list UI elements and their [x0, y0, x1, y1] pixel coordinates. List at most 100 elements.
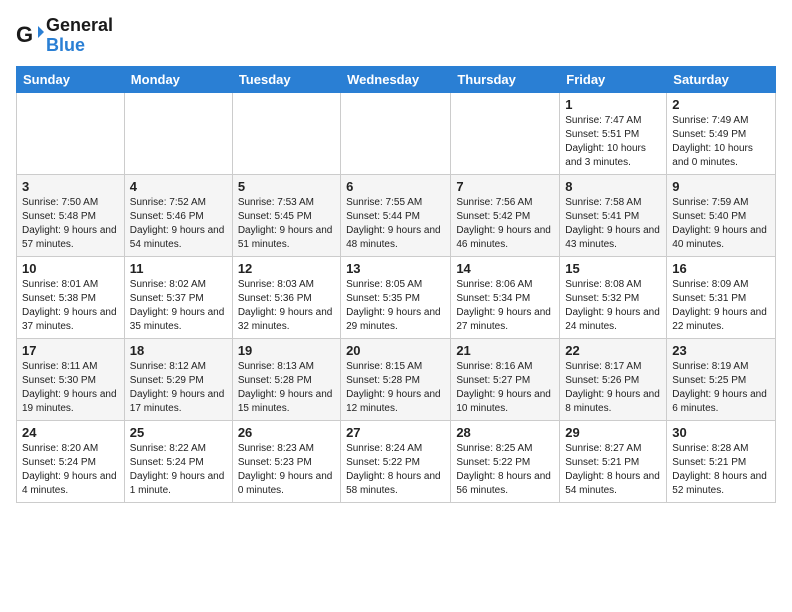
calendar-cell: 11 Sunrise: 8:02 AM Sunset: 5:37 PM Dayli…: [124, 256, 232, 338]
day-info: Sunrise: 8:12 AM Sunset: 5:29 PM Dayligh…: [130, 360, 227, 416]
calendar-week-row: 17 Sunrise: 8:11 AM Sunset: 5:30 PM Dayli…: [17, 338, 776, 420]
calendar-cell: 10 Sunrise: 8:01 AM Sunset: 5:38 PM Dayli…: [17, 256, 125, 338]
day-info: Sunrise: 8:25 AM Sunset: 5:22 PM Dayligh…: [456, 442, 554, 498]
day-number: 30: [672, 425, 770, 440]
day-info: Sunrise: 8:13 AM Sunset: 5:28 PM Dayligh…: [238, 360, 335, 416]
calendar-cell: 27 Sunrise: 8:24 AM Sunset: 5:22 PM Dayli…: [341, 420, 451, 502]
calendar-cell: 20 Sunrise: 8:15 AM Sunset: 5:28 PM Dayli…: [341, 338, 451, 420]
day-number: 17: [22, 343, 119, 358]
calendar-cell: 23 Sunrise: 8:19 AM Sunset: 5:25 PM Dayli…: [667, 338, 776, 420]
day-number: 2: [672, 97, 770, 112]
day-number: 6: [346, 179, 445, 194]
day-info: Sunrise: 8:23 AM Sunset: 5:23 PM Dayligh…: [238, 442, 335, 498]
weekday-header: Sunday: [17, 66, 125, 92]
calendar-cell: 18 Sunrise: 8:12 AM Sunset: 5:29 PM Dayli…: [124, 338, 232, 420]
day-info: Sunrise: 8:28 AM Sunset: 5:21 PM Dayligh…: [672, 442, 770, 498]
day-info: Sunrise: 7:49 AM Sunset: 5:49 PM Dayligh…: [672, 114, 770, 170]
calendar-cell: 7Sunrise: 7:56 AM Sunset: 5:42 PM Daylig…: [451, 174, 560, 256]
day-info: Sunrise: 8:15 AM Sunset: 5:28 PM Dayligh…: [346, 360, 445, 416]
day-number: 13: [346, 261, 445, 276]
logo-text-line1: General: [46, 16, 113, 36]
calendar-cell: 17 Sunrise: 8:11 AM Sunset: 5:30 PM Dayli…: [17, 338, 125, 420]
calendar-week-row: 3 Sunrise: 7:50 AM Sunset: 5:48 PM Daylig…: [17, 174, 776, 256]
day-info: Sunrise: 8:09 AM Sunset: 5:31 PM Dayligh…: [672, 278, 770, 334]
day-info: Sunrise: 7:52 AM Sunset: 5:46 PM Dayligh…: [130, 196, 227, 252]
calendar-week-row: 1 Sunrise: 7:47 AM Sunset: 5:51 PM Daylig…: [17, 92, 776, 174]
calendar-cell: 9 Sunrise: 7:59 AM Sunset: 5:40 PM Daylig…: [667, 174, 776, 256]
day-info: Sunrise: 7:53 AM Sunset: 5:45 PM Dayligh…: [238, 196, 335, 252]
calendar-cell: [17, 92, 125, 174]
calendar-cell: 5Sunrise: 7:53 AM Sunset: 5:45 PM Daylig…: [232, 174, 340, 256]
calendar-cell: 14Sunrise: 8:06 AM Sunset: 5:34 PM Dayli…: [451, 256, 560, 338]
day-number: 23: [672, 343, 770, 358]
day-info: Sunrise: 7:55 AM Sunset: 5:44 PM Dayligh…: [346, 196, 445, 252]
day-info: Sunrise: 8:17 AM Sunset: 5:26 PM Dayligh…: [565, 360, 661, 416]
calendar-cell: 21 Sunrise: 8:16 AM Sunset: 5:27 PM Dayli…: [451, 338, 560, 420]
day-info: Sunrise: 8:27 AM Sunset: 5:21 PM Dayligh…: [565, 442, 661, 498]
day-info: Sunrise: 7:59 AM Sunset: 5:40 PM Dayligh…: [672, 196, 770, 252]
day-number: 15: [565, 261, 661, 276]
day-number: 4: [130, 179, 227, 194]
calendar-cell: [451, 92, 560, 174]
day-number: 25: [130, 425, 227, 440]
page-header: G General Blue: [16, 16, 776, 56]
day-info: Sunrise: 8:01 AM Sunset: 5:38 PM Dayligh…: [22, 278, 119, 334]
day-info: Sunrise: 8:24 AM Sunset: 5:22 PM Dayligh…: [346, 442, 445, 498]
calendar-cell: 13Sunrise: 8:05 AM Sunset: 5:35 PM Dayli…: [341, 256, 451, 338]
day-number: 1: [565, 97, 661, 112]
weekday-header: Wednesday: [341, 66, 451, 92]
day-info: Sunrise: 7:58 AM Sunset: 5:41 PM Dayligh…: [565, 196, 661, 252]
calendar-cell: 25Sunrise: 8:22 AM Sunset: 5:24 PM Dayli…: [124, 420, 232, 502]
weekday-header: Friday: [560, 66, 667, 92]
day-number: 10: [22, 261, 119, 276]
day-number: 20: [346, 343, 445, 358]
day-info: Sunrise: 8:19 AM Sunset: 5:25 PM Dayligh…: [672, 360, 770, 416]
calendar-cell: 4 Sunrise: 7:52 AM Sunset: 5:46 PM Daylig…: [124, 174, 232, 256]
day-info: Sunrise: 7:47 AM Sunset: 5:51 PM Dayligh…: [565, 114, 661, 170]
day-number: 26: [238, 425, 335, 440]
day-info: Sunrise: 8:20 AM Sunset: 5:24 PM Dayligh…: [22, 442, 119, 498]
calendar-table: SundayMondayTuesdayWednesdayThursdayFrid…: [16, 66, 776, 503]
calendar-cell: 22 Sunrise: 8:17 AM Sunset: 5:26 PM Dayli…: [560, 338, 667, 420]
day-number: 3: [22, 179, 119, 194]
weekday-header-row: SundayMondayTuesdayWednesdayThursdayFrid…: [17, 66, 776, 92]
day-info: Sunrise: 8:08 AM Sunset: 5:32 PM Dayligh…: [565, 278, 661, 334]
day-number: 18: [130, 343, 227, 358]
weekday-header: Tuesday: [232, 66, 340, 92]
calendar-cell: [232, 92, 340, 174]
day-number: 29: [565, 425, 661, 440]
weekday-header: Monday: [124, 66, 232, 92]
calendar-cell: [341, 92, 451, 174]
calendar-cell: 15 Sunrise: 8:08 AM Sunset: 5:32 PM Dayli…: [560, 256, 667, 338]
day-number: 7: [456, 179, 554, 194]
day-number: 9: [672, 179, 770, 194]
logo-text-line2: Blue: [46, 36, 113, 56]
calendar-cell: 28Sunrise: 8:25 AM Sunset: 5:22 PM Dayli…: [451, 420, 560, 502]
day-number: 11: [130, 261, 227, 276]
calendar-cell: 30 Sunrise: 8:28 AM Sunset: 5:21 PM Dayli…: [667, 420, 776, 502]
calendar-cell: 29 Sunrise: 8:27 AM Sunset: 5:21 PM Dayli…: [560, 420, 667, 502]
day-info: Sunrise: 7:50 AM Sunset: 5:48 PM Dayligh…: [22, 196, 119, 252]
calendar-cell: 16Sunrise: 8:09 AM Sunset: 5:31 PM Dayli…: [667, 256, 776, 338]
calendar-cell: 3 Sunrise: 7:50 AM Sunset: 5:48 PM Daylig…: [17, 174, 125, 256]
calendar-week-row: 10 Sunrise: 8:01 AM Sunset: 5:38 PM Dayli…: [17, 256, 776, 338]
calendar-cell: 12Sunrise: 8:03 AM Sunset: 5:36 PM Dayli…: [232, 256, 340, 338]
calendar-cell: 19 Sunrise: 8:13 AM Sunset: 5:28 PM Dayli…: [232, 338, 340, 420]
day-number: 21: [456, 343, 554, 358]
day-info: Sunrise: 8:16 AM Sunset: 5:27 PM Dayligh…: [456, 360, 554, 416]
day-number: 27: [346, 425, 445, 440]
calendar-cell: [124, 92, 232, 174]
day-info: Sunrise: 8:06 AM Sunset: 5:34 PM Dayligh…: [456, 278, 554, 334]
logo: G General Blue: [16, 16, 113, 56]
day-info: Sunrise: 8:02 AM Sunset: 5:37 PM Dayligh…: [130, 278, 227, 334]
calendar-cell: 26 Sunrise: 8:23 AM Sunset: 5:23 PM Dayli…: [232, 420, 340, 502]
day-number: 22: [565, 343, 661, 358]
day-number: 19: [238, 343, 335, 358]
calendar-cell: 24Sunrise: 8:20 AM Sunset: 5:24 PM Dayli…: [17, 420, 125, 502]
logo-icon: G: [16, 22, 44, 50]
day-number: 8: [565, 179, 661, 194]
calendar-cell: 8 Sunrise: 7:58 AM Sunset: 5:41 PM Daylig…: [560, 174, 667, 256]
day-info: Sunrise: 8:11 AM Sunset: 5:30 PM Dayligh…: [22, 360, 119, 416]
calendar-cell: 6 Sunrise: 7:55 AM Sunset: 5:44 PM Daylig…: [341, 174, 451, 256]
weekday-header: Saturday: [667, 66, 776, 92]
